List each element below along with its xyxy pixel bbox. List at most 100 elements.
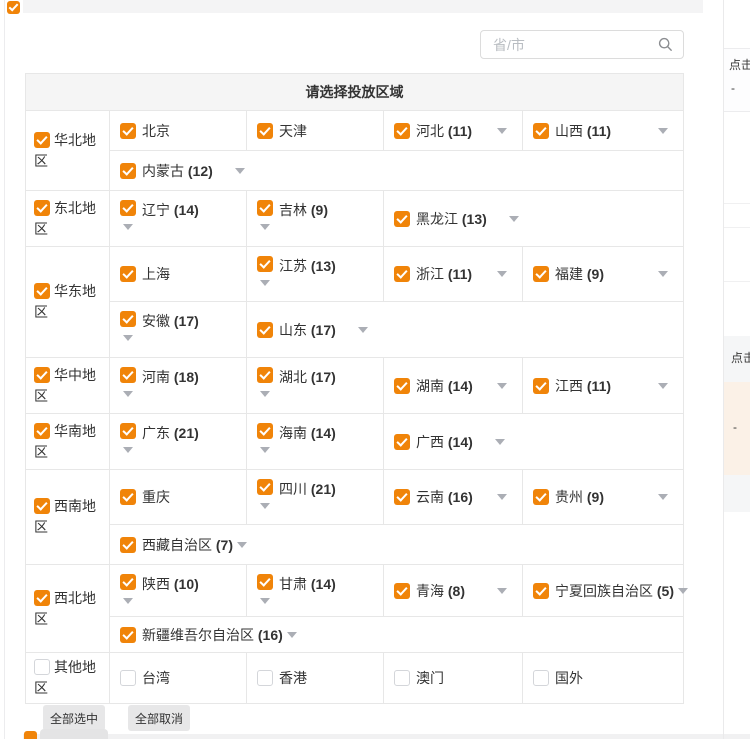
region-checkbox[interactable] — [34, 132, 50, 148]
dropdown-arrow-icon[interactable] — [678, 588, 688, 594]
dropdown-arrow-icon[interactable] — [260, 447, 270, 453]
province-checkbox[interactable] — [257, 200, 273, 216]
cancel-all-button[interactable]: 全部取消 — [128, 705, 190, 731]
province-checkbox[interactable] — [394, 670, 410, 686]
select-all-button[interactable]: 全部选中 — [43, 705, 105, 731]
region-checkbox[interactable] — [34, 590, 50, 606]
province-cell[interactable]: 江西 (11) — [523, 358, 683, 413]
province-cell[interactable]: 北京 — [110, 111, 247, 150]
region-checkbox[interactable] — [34, 367, 50, 383]
region-cell[interactable]: 华中地区 — [26, 358, 110, 413]
province-checkbox[interactable] — [394, 123, 410, 139]
dropdown-arrow-icon[interactable] — [658, 271, 668, 277]
dropdown-arrow-icon[interactable] — [497, 383, 507, 389]
province-cell[interactable]: 海南 (14) — [247, 414, 384, 469]
province-checkbox[interactable] — [120, 266, 136, 282]
province-checkbox[interactable] — [533, 266, 549, 282]
search-input[interactable] — [481, 37, 658, 53]
dropdown-arrow-icon[interactable] — [260, 503, 270, 509]
province-checkbox[interactable] — [120, 163, 136, 179]
region-checkbox[interactable] — [34, 659, 50, 675]
province-checkbox[interactable] — [120, 670, 136, 686]
province-checkbox[interactable] — [257, 479, 273, 495]
province-checkbox[interactable] — [120, 200, 136, 216]
province-cell[interactable]: 安徽 (17) — [110, 302, 247, 357]
province-checkbox[interactable] — [257, 670, 273, 686]
region-cell[interactable]: 东北地区 — [26, 191, 110, 246]
province-checkbox[interactable] — [120, 574, 136, 590]
province-cell[interactable]: 浙江 (11) — [384, 247, 523, 301]
province-checkbox[interactable] — [533, 123, 549, 139]
province-checkbox[interactable] — [394, 434, 410, 450]
province-cell[interactable]: 湖北 (17) — [247, 358, 384, 413]
dropdown-arrow-icon[interactable] — [287, 632, 297, 638]
province-cell[interactable]: 澳门 — [384, 653, 523, 703]
province-cell[interactable]: 河南 (18) — [110, 358, 247, 413]
province-checkbox[interactable] — [257, 256, 273, 272]
region-cell[interactable]: 华北地区 — [26, 111, 110, 190]
dropdown-arrow-icon[interactable] — [123, 335, 133, 341]
province-checkbox[interactable] — [394, 211, 410, 227]
dropdown-arrow-icon[interactable] — [497, 494, 507, 500]
province-cell[interactable]: 甘肃 (14) — [247, 565, 384, 616]
province-checkbox[interactable] — [120, 423, 136, 439]
region-cell[interactable]: 西北地区 — [26, 565, 110, 652]
search-icon[interactable] — [658, 37, 673, 52]
dropdown-arrow-icon[interactable] — [260, 391, 270, 397]
province-cell[interactable]: 山西 (11) — [523, 111, 683, 150]
dropdown-arrow-icon[interactable] — [509, 216, 519, 222]
dropdown-arrow-icon[interactable] — [495, 439, 505, 445]
province-checkbox[interactable] — [257, 123, 273, 139]
dropdown-arrow-icon[interactable] — [260, 224, 270, 230]
dropdown-arrow-icon[interactable] — [497, 588, 507, 594]
dropdown-arrow-icon[interactable] — [658, 383, 668, 389]
dropdown-arrow-icon[interactable] — [235, 168, 245, 174]
province-cell[interactable]: 辽宁 (14) — [110, 191, 247, 246]
province-cell[interactable]: 青海 (8) — [384, 565, 523, 616]
province-cell[interactable]: 福建 (9) — [523, 247, 683, 301]
province-cell[interactable]: 内蒙古 (12) — [110, 151, 683, 190]
dropdown-arrow-icon[interactable] — [658, 128, 668, 134]
province-cell[interactable]: 四川 (21) — [247, 470, 384, 524]
region-checkbox[interactable] — [34, 200, 50, 216]
province-checkbox[interactable] — [257, 423, 273, 439]
province-cell[interactable]: 陕西 (10) — [110, 565, 247, 616]
province-checkbox[interactable] — [120, 627, 136, 643]
dropdown-arrow-icon[interactable] — [260, 280, 270, 286]
province-checkbox[interactable] — [533, 670, 549, 686]
province-checkbox[interactable] — [257, 367, 273, 383]
province-checkbox[interactable] — [257, 322, 273, 338]
province-cell[interactable]: 西藏自治区 (7) — [110, 525, 683, 564]
region-cell[interactable]: 西南地区 — [26, 470, 110, 564]
province-cell[interactable]: 国外 — [523, 653, 683, 703]
dropdown-arrow-icon[interactable] — [358, 327, 368, 333]
province-cell[interactable]: 台湾 — [110, 653, 247, 703]
province-cell[interactable]: 重庆 — [110, 470, 247, 524]
province-cell[interactable]: 贵州 (9) — [523, 470, 683, 524]
province-checkbox[interactable] — [120, 489, 136, 505]
province-cell[interactable]: 湖南 (14) — [384, 358, 523, 413]
dropdown-arrow-icon[interactable] — [123, 447, 133, 453]
region-checkbox[interactable] — [34, 423, 50, 439]
province-checkbox[interactable] — [394, 489, 410, 505]
dropdown-arrow-icon[interactable] — [123, 391, 133, 397]
dropdown-arrow-icon[interactable] — [237, 542, 247, 548]
province-checkbox[interactable] — [533, 489, 549, 505]
region-checkbox[interactable] — [34, 283, 50, 299]
region-cell[interactable]: 华南地区 — [26, 414, 110, 469]
province-cell[interactable]: 吉林 (9) — [247, 191, 384, 246]
province-search-box[interactable] — [480, 30, 684, 59]
region-cell[interactable]: 华东地区 — [26, 247, 110, 357]
province-cell[interactable]: 香港 — [247, 653, 384, 703]
province-cell[interactable]: 云南 (16) — [384, 470, 523, 524]
province-checkbox[interactable] — [120, 311, 136, 327]
cropped-checked-checkbox-top-icon[interactable] — [7, 1, 20, 14]
province-checkbox[interactable] — [394, 378, 410, 394]
dropdown-arrow-icon[interactable] — [658, 494, 668, 500]
province-checkbox[interactable] — [533, 583, 549, 599]
province-cell[interactable]: 山东 (17) — [247, 302, 683, 357]
province-cell[interactable]: 宁夏回族自治区 (5) — [523, 565, 683, 616]
province-cell[interactable]: 黑龙江 (13) — [384, 191, 683, 246]
dropdown-arrow-icon[interactable] — [123, 598, 133, 604]
dropdown-arrow-icon[interactable] — [123, 224, 133, 230]
